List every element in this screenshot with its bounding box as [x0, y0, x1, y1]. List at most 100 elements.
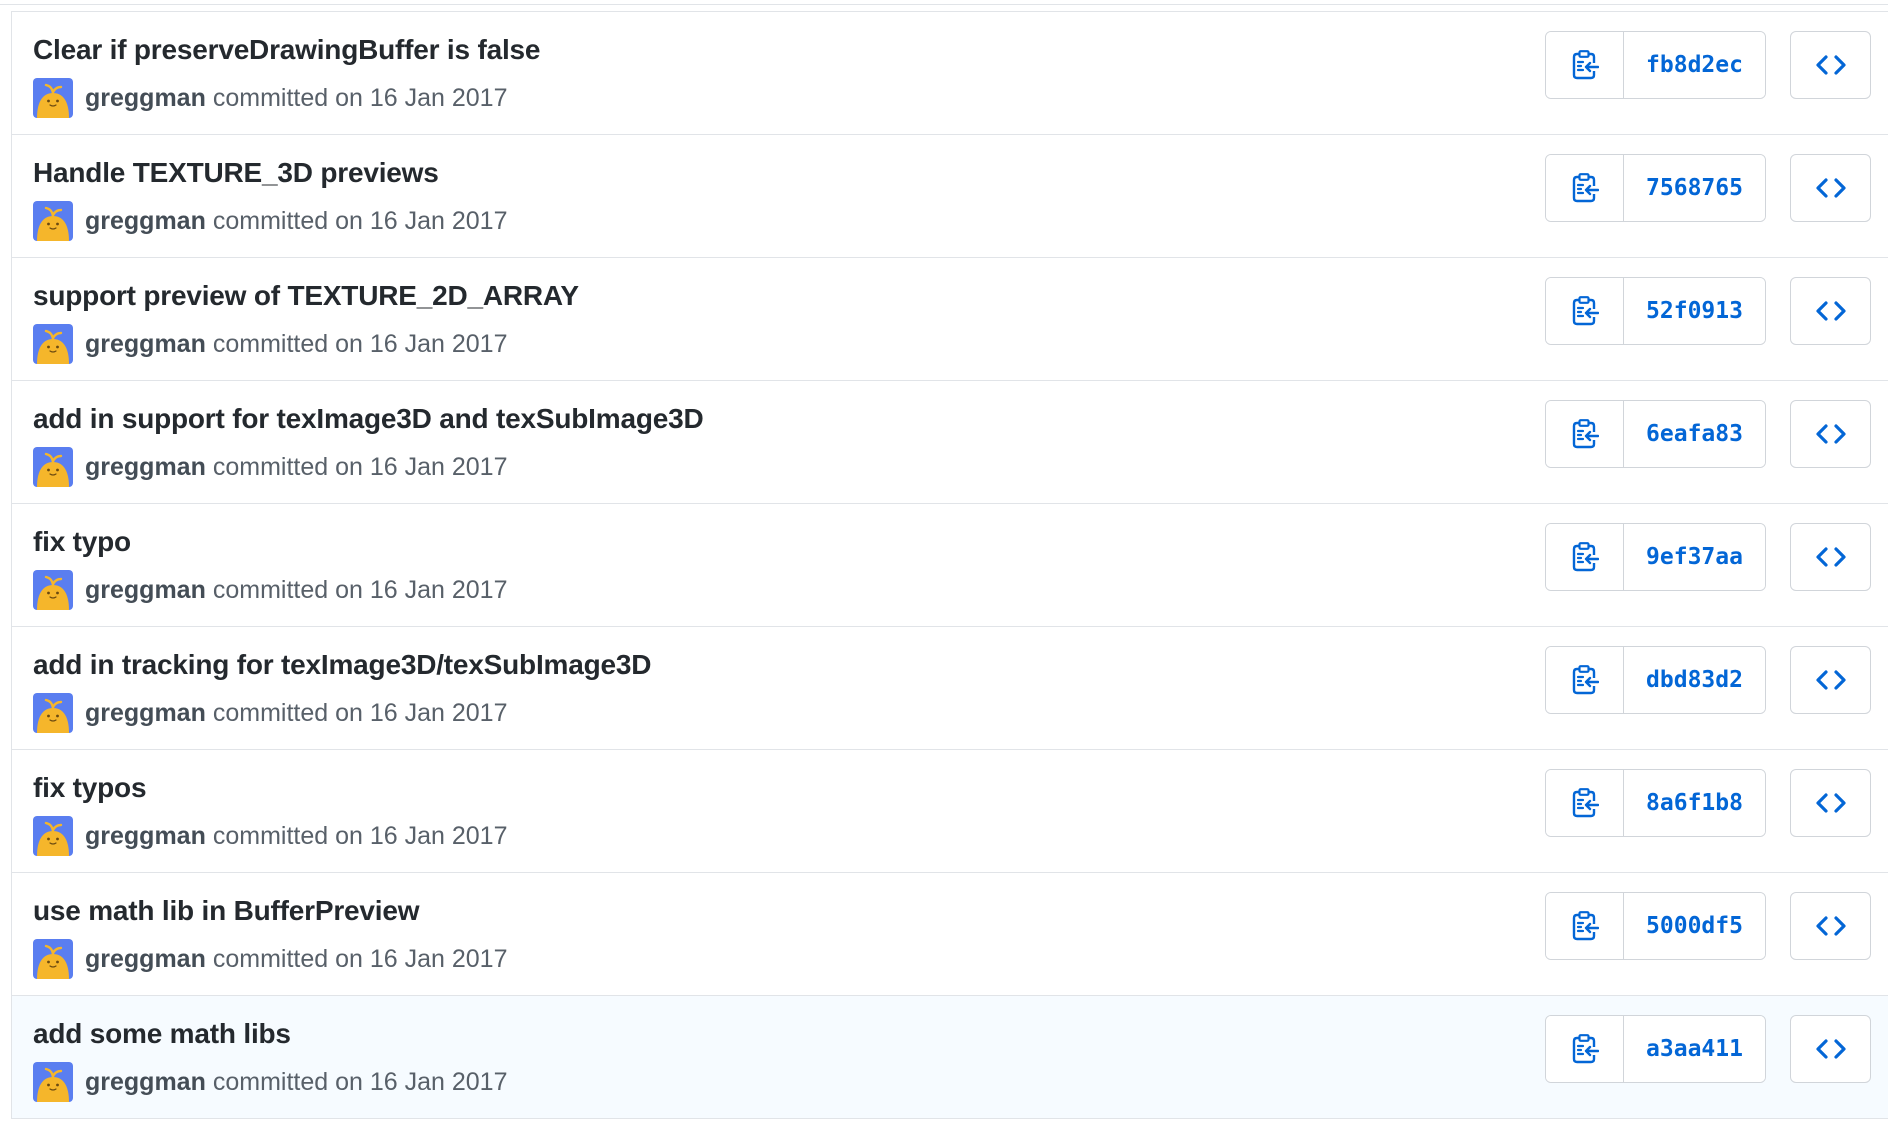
avatar[interactable] — [33, 447, 73, 487]
commit-sha-link[interactable]: dbd83d2 — [1624, 647, 1765, 713]
avatar[interactable] — [33, 201, 73, 241]
avatar[interactable] — [33, 324, 73, 364]
commit-title-link[interactable]: support preview of TEXTURE_2D_ARRAY — [33, 280, 579, 312]
commit-sha-group: dbd83d2 — [1545, 646, 1766, 714]
copy-sha-button[interactable] — [1546, 1016, 1624, 1082]
browse-repo-button[interactable] — [1790, 154, 1871, 222]
copy-sha-button[interactable] — [1546, 893, 1624, 959]
commit-sha-group: 8a6f1b8 — [1545, 769, 1766, 837]
clippy-icon — [1572, 1034, 1599, 1064]
avatar[interactable] — [33, 939, 73, 979]
commit-title-link[interactable]: use math lib in BufferPreview — [33, 895, 419, 927]
commit-sha-group: a3aa411 — [1545, 1015, 1766, 1083]
commit-date: committed on 16 Jan 2017 — [212, 329, 508, 358]
commit-author-link[interactable]: greggman — [85, 1068, 206, 1097]
commit-row: add in tracking for texImage3D/texSubIma… — [12, 627, 1888, 750]
commit-author-link[interactable]: greggman — [85, 822, 206, 851]
commit-row: add some math libs greggman committed on… — [12, 996, 1888, 1119]
commit-sha-link[interactable]: a3aa411 — [1624, 1016, 1765, 1082]
code-icon — [1815, 916, 1846, 936]
commit-meta: greggman committed on 16 Jan 2017 — [33, 324, 508, 364]
commit-author-link[interactable]: greggman — [85, 330, 206, 359]
commit-date: committed on 16 Jan 2017 — [212, 821, 508, 850]
browse-repo-button[interactable] — [1790, 769, 1871, 837]
clippy-icon — [1572, 665, 1599, 695]
copy-sha-button[interactable] — [1546, 32, 1624, 98]
browse-repo-button[interactable] — [1790, 523, 1871, 591]
commit-title-link[interactable]: fix typos — [33, 772, 147, 804]
browse-repo-button[interactable] — [1790, 1015, 1871, 1083]
code-icon — [1815, 793, 1846, 813]
code-icon — [1815, 178, 1846, 198]
commit-title-link[interactable]: Handle TEXTURE_3D previews — [33, 157, 439, 189]
avatar[interactable] — [33, 816, 73, 856]
code-icon — [1815, 55, 1846, 75]
commit-sha-link[interactable]: 9ef37aa — [1624, 524, 1765, 590]
commit-meta: greggman committed on 16 Jan 2017 — [33, 939, 508, 979]
avatar[interactable] — [33, 570, 73, 610]
commit-author-link[interactable]: greggman — [85, 84, 206, 113]
copy-sha-button[interactable] — [1546, 770, 1624, 836]
commit-list: Clear if preserveDrawingBuffer is false … — [11, 11, 1888, 1119]
commit-sha-link[interactable]: fb8d2ec — [1624, 32, 1765, 98]
avatar[interactable] — [33, 693, 73, 733]
commit-date: committed on 16 Jan 2017 — [212, 575, 508, 604]
commit-sha-group: 7568765 — [1545, 154, 1766, 222]
commit-author-link[interactable]: greggman — [85, 699, 206, 728]
clippy-icon — [1572, 911, 1599, 941]
copy-sha-button[interactable] — [1546, 155, 1624, 221]
commit-meta: greggman committed on 16 Jan 2017 — [33, 201, 508, 241]
code-icon — [1815, 547, 1846, 567]
commit-sha-link[interactable]: 7568765 — [1624, 155, 1765, 221]
browse-repo-button[interactable] — [1790, 892, 1871, 960]
browse-repo-button[interactable] — [1790, 31, 1871, 99]
code-icon — [1815, 424, 1846, 444]
commit-date: committed on 16 Jan 2017 — [212, 206, 508, 235]
commit-history-page: Clear if preserveDrawingBuffer is false … — [0, 0, 1888, 1142]
commit-title-link[interactable]: add some math libs — [33, 1018, 291, 1050]
commit-sha-link[interactable]: 6eafa83 — [1624, 401, 1765, 467]
commit-row: add in support for texImage3D and texSub… — [12, 381, 1888, 504]
commit-meta: greggman committed on 16 Jan 2017 — [33, 1062, 508, 1102]
commit-sha-link[interactable]: 5000df5 — [1624, 893, 1765, 959]
avatar[interactable] — [33, 1062, 73, 1102]
top-divider — [0, 4, 1888, 5]
commit-date: committed on 16 Jan 2017 — [212, 83, 508, 112]
commit-sha-link[interactable]: 52f0913 — [1624, 278, 1765, 344]
browse-repo-button[interactable] — [1790, 277, 1871, 345]
commit-meta: greggman committed on 16 Jan 2017 — [33, 693, 508, 733]
code-icon — [1815, 301, 1846, 321]
commit-meta: greggman committed on 16 Jan 2017 — [33, 816, 508, 856]
clippy-icon — [1572, 296, 1599, 326]
avatar[interactable] — [33, 78, 73, 118]
browse-repo-button[interactable] — [1790, 646, 1871, 714]
commit-title-link[interactable]: Clear if preserveDrawingBuffer is false — [33, 34, 540, 66]
clippy-icon — [1572, 788, 1599, 818]
commit-sha-group: 52f0913 — [1545, 277, 1766, 345]
commit-author-link[interactable]: greggman — [85, 945, 206, 974]
commit-author-link[interactable]: greggman — [85, 207, 206, 236]
commit-date: committed on 16 Jan 2017 — [212, 1067, 508, 1096]
commit-row: use math lib in BufferPreview greggman c… — [12, 873, 1888, 996]
copy-sha-button[interactable] — [1546, 524, 1624, 590]
code-icon — [1815, 670, 1846, 690]
clippy-icon — [1572, 542, 1599, 572]
copy-sha-button[interactable] — [1546, 278, 1624, 344]
commit-author-link[interactable]: greggman — [85, 576, 206, 605]
commit-row: fix typo greggman committed on 16 Jan 20… — [12, 504, 1888, 627]
clippy-icon — [1572, 419, 1599, 449]
commit-date: committed on 16 Jan 2017 — [212, 698, 508, 727]
browse-repo-button[interactable] — [1790, 400, 1871, 468]
commit-title-link[interactable]: add in tracking for texImage3D/texSubIma… — [33, 649, 651, 681]
commit-sha-link[interactable]: 8a6f1b8 — [1624, 770, 1765, 836]
commit-date: committed on 16 Jan 2017 — [212, 944, 508, 973]
code-icon — [1815, 1039, 1846, 1059]
clippy-icon — [1572, 50, 1599, 80]
commit-sha-group: 5000df5 — [1545, 892, 1766, 960]
commit-row: fix typos greggman committed on 16 Jan 2… — [12, 750, 1888, 873]
commit-title-link[interactable]: fix typo — [33, 526, 131, 558]
copy-sha-button[interactable] — [1546, 647, 1624, 713]
copy-sha-button[interactable] — [1546, 401, 1624, 467]
commit-author-link[interactable]: greggman — [85, 453, 206, 482]
commit-title-link[interactable]: add in support for texImage3D and texSub… — [33, 403, 704, 435]
